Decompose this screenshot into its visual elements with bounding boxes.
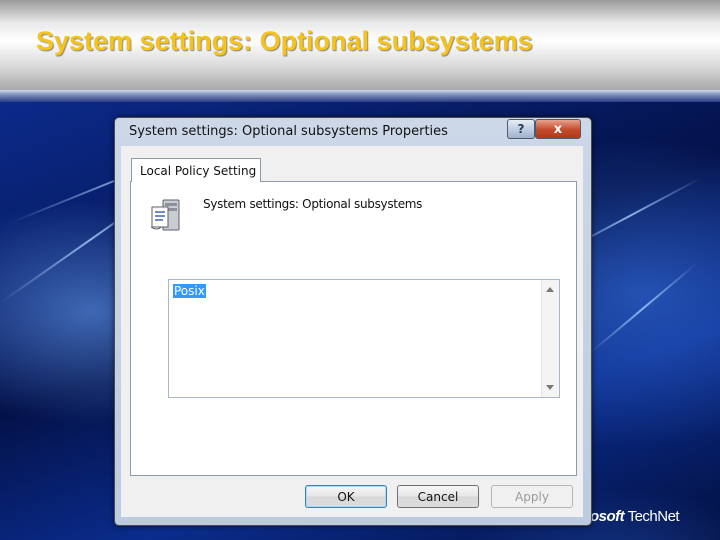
properties-dialog: System settings: Optional subsystems Pro… [114, 117, 592, 526]
header-divider [0, 90, 720, 102]
vertical-scrollbar[interactable] [541, 280, 559, 397]
technet-logo: osoft TechNet [590, 508, 680, 525]
textbox-value[interactable]: Posix [173, 284, 206, 298]
scroll-up-icon[interactable] [546, 287, 554, 292]
policy-name: System settings: Optional subsystems [203, 197, 423, 211]
scroll-down-icon[interactable] [546, 385, 554, 390]
help-button[interactable]: ? [507, 119, 535, 139]
slide-title: System settings: Optional subsystems [36, 26, 533, 56]
slide-header: System settings: Optional subsystems [0, 0, 720, 90]
cancel-button[interactable]: Cancel [397, 485, 479, 508]
tab-panel: System settings: Optional subsystems Pos… [130, 181, 577, 476]
subsystems-textbox[interactable]: Posix [168, 279, 560, 398]
dialog-title: System settings: Optional subsystems Pro… [129, 124, 448, 139]
apply-button[interactable]: Apply [491, 485, 573, 508]
brand-prefix: osoft [590, 508, 625, 525]
light-streak [589, 262, 698, 354]
dialog-client-area: Local Policy Setting System settings: Op… [121, 146, 583, 517]
brand-suffix: TechNet [624, 508, 680, 525]
ok-button[interactable]: OK [305, 485, 387, 508]
tab-local-policy-setting[interactable]: Local Policy Setting [131, 158, 261, 182]
close-button[interactable]: x [535, 119, 581, 139]
policy-server-icon [150, 199, 180, 231]
